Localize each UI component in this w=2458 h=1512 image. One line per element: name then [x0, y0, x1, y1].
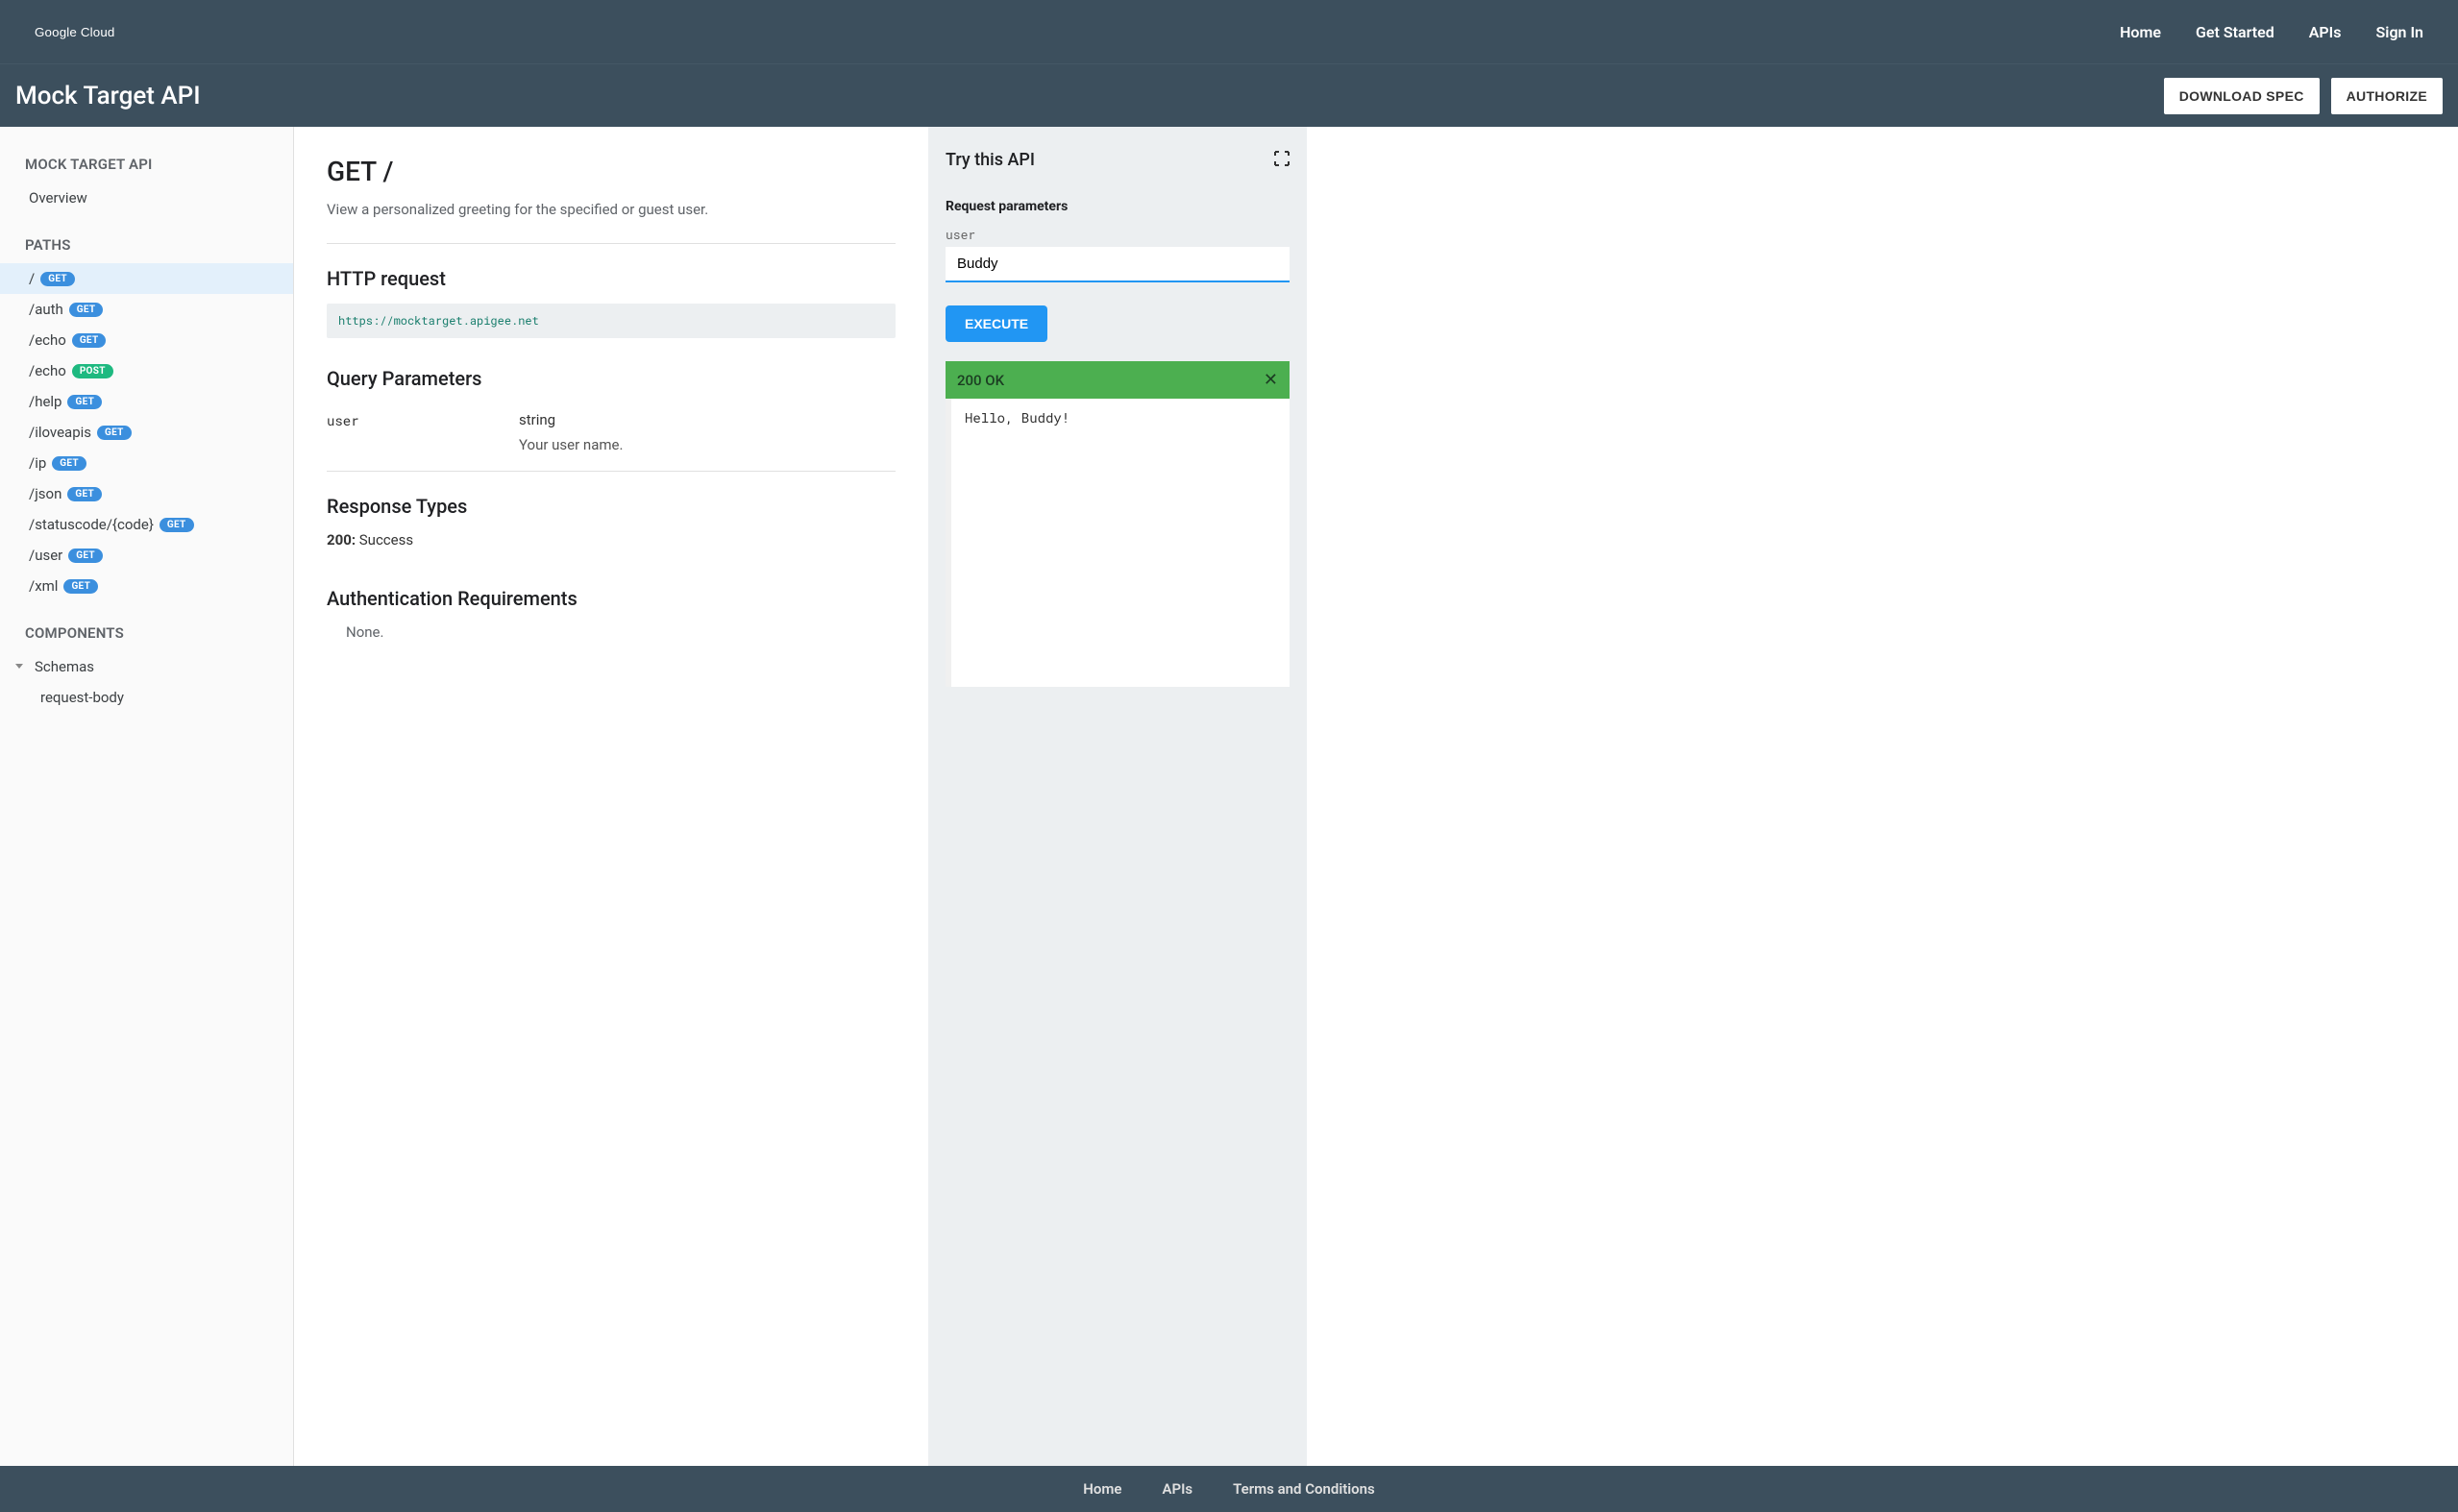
- sidebar-path-label: /: [29, 270, 35, 287]
- sidebar-path-echo-post[interactable]: /echo POST: [0, 355, 293, 386]
- execute-button[interactable]: EXECUTE: [946, 305, 1047, 342]
- chevron-down-icon: [15, 664, 23, 669]
- method-badge: GET: [97, 426, 132, 440]
- try-it-panel: Try this API Request parameters user EXE…: [928, 127, 1307, 1466]
- sidebar-path-echo-get[interactable]: /echo GET: [0, 325, 293, 355]
- sidebar-path-auth[interactable]: /auth GET: [0, 294, 293, 325]
- response-body: Hello, Buddy!: [946, 399, 1290, 687]
- sidebar-path-root[interactable]: / GET: [0, 263, 293, 294]
- response-label: Success: [356, 531, 413, 549]
- tryit-param-label: user: [946, 226, 1290, 243]
- divider: [327, 471, 896, 472]
- download-spec-button[interactable]: DOWNLOAD SPEC: [2164, 78, 2320, 114]
- sidebar-overview-link[interactable]: Overview: [0, 183, 293, 213]
- sidebar-path-label: /iloveapis: [29, 424, 91, 441]
- sidebar-schema-request-body[interactable]: request-body: [0, 682, 293, 713]
- sidebar-schemas-label: Schemas: [35, 658, 94, 675]
- nav-get-started[interactable]: Get Started: [2196, 23, 2274, 41]
- sidebar-schemas-toggle[interactable]: Schemas: [0, 651, 293, 682]
- try-it-heading: Try this API: [946, 150, 1035, 170]
- sidebar-api-heading: MOCK TARGET API: [0, 146, 293, 183]
- query-param-name: user: [327, 411, 519, 429]
- query-params-heading: Query Parameters: [327, 367, 896, 390]
- sidebar-path-label: /statuscode/{code}: [29, 516, 154, 533]
- sidebar-path-json[interactable]: /json GET: [0, 478, 293, 509]
- try-it-header: Try this API: [946, 150, 1290, 170]
- sidebar-path-label: /json: [29, 485, 61, 502]
- footer-home[interactable]: Home: [1083, 1480, 1121, 1498]
- sidebar-path-ip[interactable]: /ip GET: [0, 448, 293, 478]
- method-badge: GET: [63, 579, 98, 594]
- sidebar-paths-heading: PATHS: [0, 227, 293, 263]
- method-badge: POST: [72, 364, 113, 378]
- page-title: Mock Target API: [15, 82, 201, 110]
- divider: [327, 243, 896, 244]
- method-badge: GET: [68, 549, 103, 563]
- sidebar-path-help[interactable]: /help GET: [0, 386, 293, 417]
- query-param-row: user string Your user name.: [327, 403, 896, 461]
- top-bar: Google Cloud Home Get Started APIs Sign …: [0, 0, 2458, 63]
- nav-sign-in[interactable]: Sign In: [2376, 23, 2423, 41]
- response-types-heading: Response Types: [327, 495, 896, 518]
- content: GET / View a personalized greeting for t…: [294, 127, 928, 1466]
- footer: Home APIs Terms and Conditions: [0, 1466, 2458, 1512]
- query-param-type: string: [519, 411, 896, 428]
- auth-heading: Authentication Requirements: [327, 587, 896, 610]
- sidebar-path-label: /auth: [29, 301, 63, 318]
- http-request-heading: HTTP request: [327, 267, 896, 290]
- sidebar: MOCK TARGET API Overview PATHS / GET /au…: [0, 127, 294, 1466]
- method-badge: GET: [67, 487, 102, 501]
- query-param-info: string Your user name.: [519, 411, 896, 453]
- footer-apis[interactable]: APIs: [1162, 1480, 1192, 1498]
- response-status-text: 200 OK: [957, 372, 1004, 389]
- authorize-button[interactable]: AUTHORIZE: [2331, 78, 2443, 114]
- fullscreen-icon[interactable]: [1274, 151, 1290, 170]
- auth-none: None.: [327, 623, 896, 641]
- user-input[interactable]: [946, 247, 1290, 282]
- endpoint-title: GET /: [327, 156, 896, 187]
- sidebar-path-label: /ip: [29, 454, 46, 472]
- sidebar-components-heading: COMPONENTS: [0, 615, 293, 651]
- method-badge: GET: [160, 518, 194, 532]
- sidebar-path-label: /echo: [29, 331, 66, 349]
- footer-terms[interactable]: Terms and Conditions: [1233, 1480, 1375, 1498]
- http-request-url: https://mocktarget.apigee.net: [327, 304, 896, 338]
- method-badge: GET: [40, 272, 75, 286]
- sidebar-path-label: /user: [29, 547, 62, 564]
- method-badge: GET: [69, 303, 104, 317]
- response-box: 200 OK ✕ Hello, Buddy!: [946, 361, 1290, 687]
- response-type-row: 200: Success: [327, 531, 896, 549]
- svg-text:Google Cloud: Google Cloud: [35, 25, 115, 39]
- close-icon[interactable]: ✕: [1264, 370, 1278, 390]
- nav-home[interactable]: Home: [2120, 23, 2161, 41]
- top-nav: Home Get Started APIs Sign In: [2120, 23, 2423, 41]
- method-badge: GET: [72, 333, 107, 348]
- method-badge: GET: [52, 456, 86, 471]
- response-status-bar: 200 OK ✕: [946, 361, 1290, 399]
- sidebar-path-label: /help: [29, 393, 61, 410]
- nav-apis[interactable]: APIs: [2309, 23, 2342, 41]
- sub-bar: Mock Target API DOWNLOAD SPEC AUTHORIZE: [0, 63, 2458, 127]
- sidebar-path-label: /xml: [29, 577, 58, 595]
- sidebar-path-xml[interactable]: /xml GET: [0, 571, 293, 601]
- sidebar-path-label: /echo: [29, 362, 66, 379]
- request-params-label: Request parameters: [946, 199, 1290, 214]
- sidebar-path-user[interactable]: /user GET: [0, 540, 293, 571]
- subbar-actions: DOWNLOAD SPEC AUTHORIZE: [2164, 78, 2443, 114]
- response-code: 200:: [327, 531, 356, 549]
- endpoint-description: View a personalized greeting for the spe…: [327, 201, 896, 218]
- query-param-desc: Your user name.: [519, 436, 896, 453]
- layout: MOCK TARGET API Overview PATHS / GET /au…: [0, 127, 2458, 1466]
- main: GET / View a personalized greeting for t…: [294, 127, 2458, 1466]
- sidebar-path-iloveapis[interactable]: /iloveapis GET: [0, 417, 293, 448]
- logo[interactable]: Google Cloud: [35, 21, 131, 42]
- google-cloud-logo-icon: Google Cloud: [35, 21, 131, 42]
- method-badge: GET: [67, 395, 102, 409]
- sidebar-path-statuscode[interactable]: /statuscode/{code} GET: [0, 509, 293, 540]
